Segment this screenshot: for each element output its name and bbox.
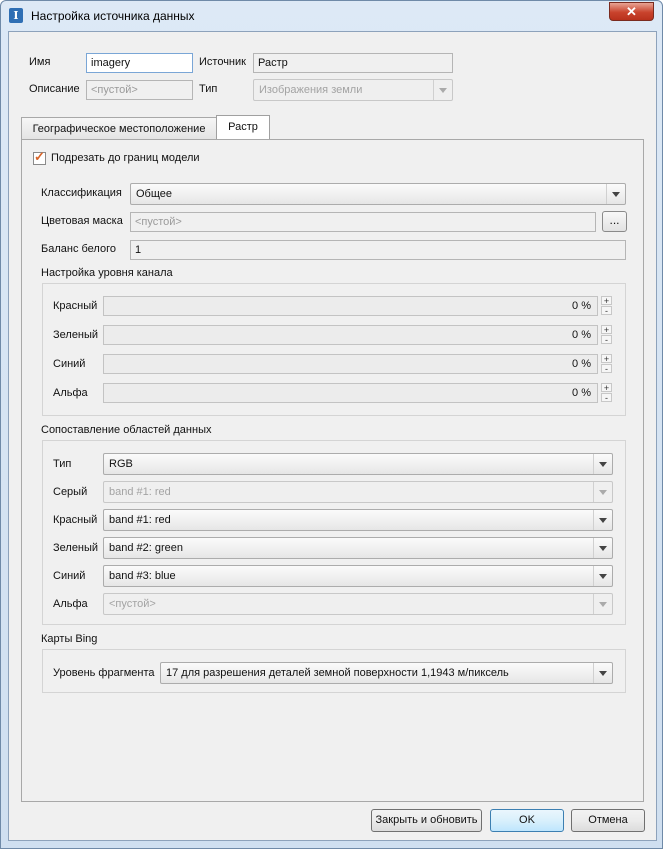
title-bar[interactable]: I Настройка источника данных ✕	[1, 1, 662, 31]
red-level-stepper[interactable]: + -	[601, 296, 612, 316]
tile-level-select[interactable]: 17 для разрешения деталей земной поверхн…	[160, 662, 613, 684]
chevron-down-icon	[606, 184, 625, 204]
type-select-value: Изображения земли	[259, 84, 363, 96]
chevron-down-icon	[593, 663, 612, 683]
band-blue-select[interactable]: band #3: blue	[103, 565, 613, 587]
green-level-spinbox[interactable]: 0 %	[103, 325, 598, 345]
band-red-label: Красный	[53, 514, 98, 526]
close-icon[interactable]: ✕	[609, 2, 654, 21]
alpha-level-spinbox[interactable]: 0 %	[103, 383, 598, 403]
band-mapping-title: Сопоставление областей данных	[41, 424, 212, 436]
color-mask-input[interactable]: <пустой>	[130, 212, 596, 232]
band-alpha-label: Альфа	[53, 598, 88, 610]
type-select[interactable]: Изображения земли	[253, 79, 453, 101]
blue-level-label: Синий	[53, 358, 86, 370]
red-level-spinbox[interactable]: 0 %	[103, 296, 598, 316]
band-alpha-value: <пустой>	[109, 598, 156, 610]
band-gray-select[interactable]: band #1: red	[103, 481, 613, 503]
tab-geolocation[interactable]: Географическое местоположение	[21, 117, 217, 139]
tab-raster[interactable]: Растр	[216, 115, 270, 139]
blue-level-spinbox[interactable]: 0 %	[103, 354, 598, 374]
close-and-update-button[interactable]: Закрыть и обновить	[371, 809, 482, 832]
band-green-value: band #2: green	[109, 542, 184, 554]
name-input[interactable]: imagery	[86, 53, 193, 73]
green-level-label: Зеленый	[53, 329, 99, 341]
band-type-select[interactable]: RGB	[103, 453, 613, 475]
band-green-label: Зеленый	[53, 542, 99, 554]
app-icon: I	[9, 8, 23, 23]
band-red-value: band #1: red	[109, 514, 171, 526]
chevron-down-icon	[593, 482, 612, 502]
chevron-down-icon	[593, 454, 612, 474]
description-label: Описание	[29, 83, 80, 95]
channel-levels-title: Настройка уровня канала	[41, 267, 173, 279]
source-field: Растр	[253, 53, 453, 73]
bing-group: Уровень фрагмента 17 для разрешения дета…	[42, 649, 626, 693]
red-level-label: Красный	[53, 300, 98, 312]
channel-levels-group: Красный 0 % + - Зеленый 0 % + - Синий 0 % …	[42, 283, 626, 416]
color-mask-label: Цветовая маска	[41, 215, 123, 227]
name-label: Имя	[29, 56, 51, 68]
clip-checkbox[interactable]	[33, 149, 46, 165]
band-blue-value: band #3: blue	[109, 570, 176, 582]
dialog-client-area: Имя imagery Источник Растр Описание <пус…	[8, 31, 657, 841]
chevron-down-icon	[433, 80, 452, 100]
band-blue-label: Синий	[53, 570, 86, 582]
band-type-value: RGB	[109, 458, 133, 470]
band-gray-value: band #1: red	[109, 486, 171, 498]
chevron-down-icon	[593, 538, 612, 558]
white-balance-label: Баланс белого	[41, 243, 116, 255]
cancel-button[interactable]: Отмена	[571, 809, 645, 832]
band-gray-label: Серый	[53, 486, 88, 498]
band-red-select[interactable]: band #1: red	[103, 509, 613, 531]
chevron-down-icon	[593, 510, 612, 530]
description-input[interactable]: <пустой>	[86, 80, 193, 100]
chevron-down-icon	[593, 594, 612, 614]
white-balance-input[interactable]: 1	[130, 240, 626, 260]
type-label: Тип	[199, 83, 218, 95]
band-mapping-group: Тип RGB Серый band #1: red Красный band …	[42, 440, 626, 625]
classification-label: Классификация	[41, 187, 122, 199]
band-alpha-select[interactable]: <пустой>	[103, 593, 613, 615]
band-type-label: Тип	[53, 458, 72, 470]
clip-label: Подрезать до границ модели	[51, 152, 200, 164]
color-mask-browse-button[interactable]: ...	[602, 211, 627, 232]
tile-level-label: Уровень фрагмента	[53, 667, 155, 679]
alpha-level-label: Альфа	[53, 387, 88, 399]
source-label: Источник	[199, 56, 246, 68]
raster-tab-panel: Подрезать до границ модели Классификация…	[21, 139, 644, 802]
green-level-stepper[interactable]: + -	[601, 325, 612, 345]
band-green-select[interactable]: band #2: green	[103, 537, 613, 559]
dialog-window: I Настройка источника данных ✕ Имя image…	[0, 0, 663, 849]
chevron-down-icon	[593, 566, 612, 586]
tile-level-value: 17 для разрешения деталей земной поверхн…	[166, 667, 509, 679]
window-title: Настройка источника данных	[31, 9, 195, 23]
blue-level-stepper[interactable]: + -	[601, 354, 612, 374]
alpha-level-stepper[interactable]: + -	[601, 383, 612, 403]
bing-title: Карты Bing	[41, 633, 98, 645]
classification-value: Общее	[136, 188, 173, 200]
classification-select[interactable]: Общее	[130, 183, 626, 205]
ok-button[interactable]: OK	[490, 809, 564, 832]
